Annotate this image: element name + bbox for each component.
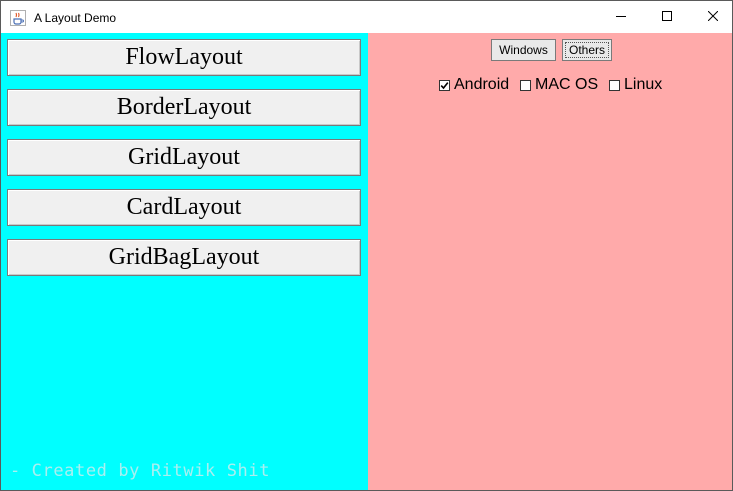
close-icon	[707, 8, 719, 26]
minimize-icon	[616, 8, 626, 26]
linux-label: Linux	[624, 76, 663, 93]
layout-button-panel: FlowLayout BorderLayout GridLayout CardL…	[1, 33, 368, 490]
checkbox-checked-icon[interactable]	[439, 79, 450, 91]
borderlayout-button[interactable]: BorderLayout	[7, 89, 361, 126]
android-checkbox[interactable]: Android	[439, 76, 509, 94]
window-title: A Layout Demo	[34, 11, 117, 25]
maximize-button[interactable]	[644, 1, 690, 33]
cardlayout-button[interactable]: CardLayout	[7, 189, 361, 226]
content-area: FlowLayout BorderLayout GridLayout CardL…	[1, 33, 732, 490]
flowlayout-button[interactable]: FlowLayout	[7, 39, 361, 76]
others-button-label: Others	[568, 43, 605, 57]
android-label: Android	[454, 76, 510, 93]
checkbox-unchecked-icon[interactable]	[520, 79, 531, 91]
maximize-icon	[662, 8, 672, 26]
gridbaglayout-button[interactable]: GridBagLayout	[7, 239, 361, 276]
others-button[interactable]: Others	[562, 39, 612, 61]
windows-button[interactable]: Windows	[491, 39, 556, 61]
java-cup-icon	[10, 10, 26, 26]
app-window: A Layout Demo FlowLayout BorderLayout Gr…	[0, 0, 733, 491]
gridlayout-button[interactable]: GridLayout	[7, 139, 361, 176]
demo-panel: Windows Others Android MAC OS Linux	[368, 33, 732, 490]
macos-label: MAC OS	[535, 76, 599, 93]
credit-text: - Created by Ritwik Shit	[10, 461, 271, 481]
close-button[interactable]	[690, 1, 732, 33]
title-bar[interactable]: A Layout Demo	[1, 1, 732, 33]
macos-checkbox[interactable]: MAC OS	[520, 76, 598, 94]
minimize-button[interactable]	[598, 1, 644, 33]
linux-checkbox[interactable]: Linux	[609, 76, 662, 94]
checkbox-unchecked-icon[interactable]	[609, 79, 620, 91]
